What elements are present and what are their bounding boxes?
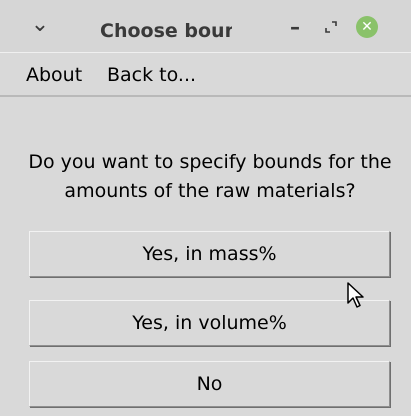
menu-back-to[interactable]: Back to... xyxy=(107,64,196,86)
yes-volume-button[interactable]: Yes, in volume% xyxy=(29,300,390,346)
close-icon[interactable]: ✕ xyxy=(356,16,378,38)
question-text: Do you want to specify bounds for the am… xyxy=(28,151,392,202)
mouse-cursor-icon xyxy=(347,282,364,308)
menu-bar: About Back to... xyxy=(0,52,411,97)
menu-about[interactable]: About xyxy=(26,64,82,86)
title-bar: ⌄ Choose bounc – ✕ xyxy=(0,0,411,52)
chevron-down-icon[interactable]: ⌄ xyxy=(28,12,52,37)
minimize-icon[interactable]: – xyxy=(282,15,308,39)
yes-mass-button[interactable]: Yes, in mass% xyxy=(29,231,390,277)
no-button[interactable]: No xyxy=(29,361,390,407)
maximize-icon[interactable] xyxy=(318,16,344,38)
window-title: Choose bounc xyxy=(100,20,232,42)
